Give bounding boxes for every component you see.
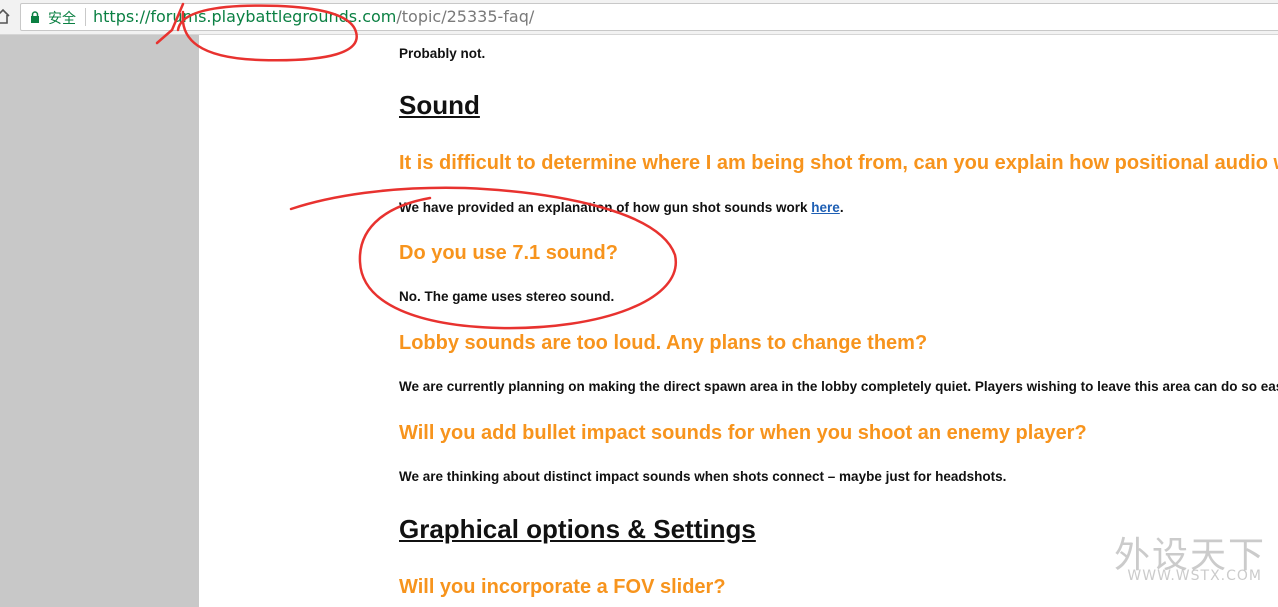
graphics-heading: Graphical options & Settings (399, 514, 756, 544)
question-bullet-impact: Will you add bullet impact sounds for wh… (399, 422, 1087, 444)
answer-text: We have provided an explanation of how g… (399, 200, 812, 215)
url-omnibox[interactable]: 安全 https://forums.playbattlegrounds.com/… (20, 3, 1278, 31)
lock-icon (31, 11, 39, 23)
answer-lobby-sounds: We are currently planning on making the … (399, 379, 1278, 394)
url-host: https://forums.playbattlegrounds.com (93, 7, 397, 26)
sound-heading: Sound (399, 90, 480, 120)
question-7-1-sound: Do you use 7.1 sound? (399, 242, 618, 264)
secure-label: 安全 (48, 11, 76, 27)
url-text[interactable]: https://forums.playbattlegrounds.com/top… (93, 7, 534, 26)
answer-probably-not: Probably not. (399, 46, 486, 61)
left-gutter (0, 35, 199, 607)
here-link[interactable]: here (811, 200, 840, 215)
site-watermark: 外设天下 WWW.WSTX.COM (1082, 526, 1278, 590)
browser-address-bar: 安全 https://forums.playbattlegrounds.com/… (0, 0, 1278, 35)
question-lobby-sounds: Lobby sounds are too loud. Any plans to … (399, 332, 928, 354)
question-positional-audio: It is difficult to determine where I am … (399, 152, 1278, 174)
home-icon[interactable] (0, 8, 10, 24)
answer-7-1-sound: No. The game uses stereo sound. (399, 289, 615, 304)
url-path: /topic/25335-faq/ (396, 7, 535, 26)
answer-bullet-impact: We are thinking about distinct impact so… (399, 469, 1007, 484)
answer-period: . (839, 200, 844, 215)
answer-positional-audio: We have provided an explanation of how g… (399, 200, 844, 215)
url-separator (85, 8, 86, 26)
question-fov-slider: Will you incorporate a FOV slider? (399, 576, 726, 598)
watermark-en: WWW.WSTX.COM (1127, 568, 1262, 584)
